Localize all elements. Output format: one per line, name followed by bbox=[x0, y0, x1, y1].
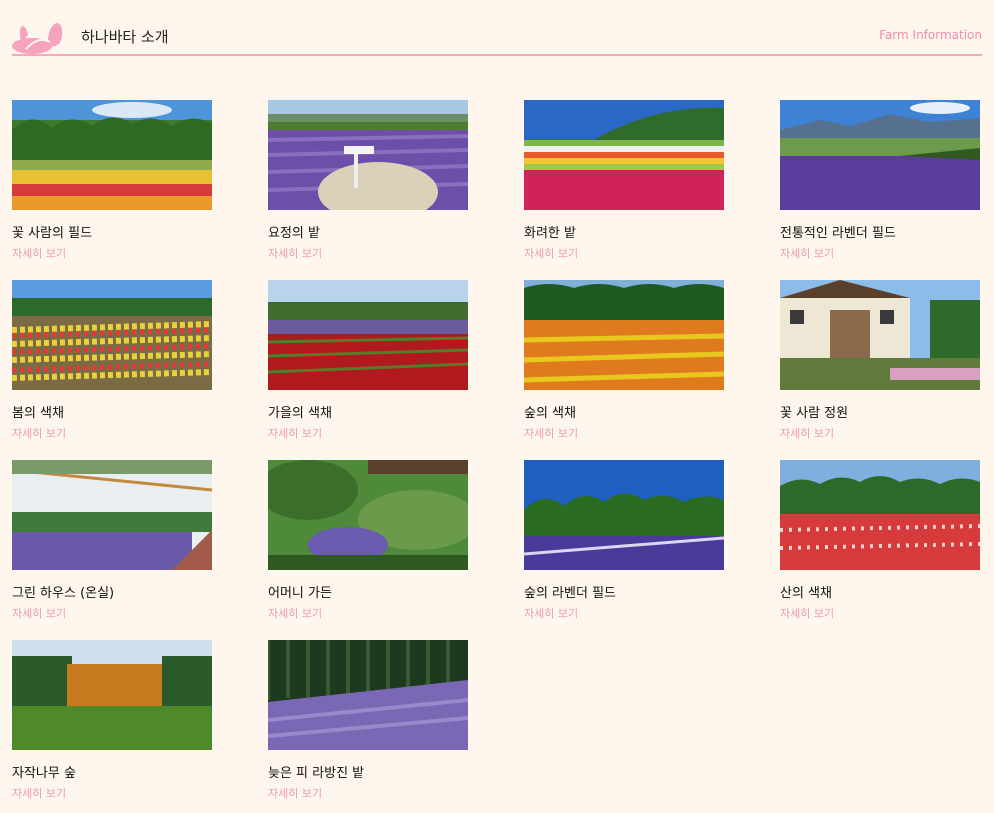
card-image bbox=[524, 460, 724, 570]
card-image bbox=[268, 280, 468, 390]
card-image bbox=[780, 100, 980, 210]
gallery-card: 그린 하우스 (온실) 자세히 보기 bbox=[12, 460, 212, 620]
card-image-link[interactable] bbox=[268, 460, 468, 570]
card-image bbox=[268, 460, 468, 570]
details-link[interactable]: 자세히 보기 bbox=[12, 605, 66, 621]
details-link[interactable]: 자세히 보기 bbox=[524, 425, 578, 441]
card-title: 화려한 밭 bbox=[524, 226, 576, 241]
details-link[interactable]: 자세히 보기 bbox=[268, 245, 322, 261]
card-title: 산의 색채 bbox=[780, 586, 832, 601]
details-link[interactable]: 자세히 보기 bbox=[268, 785, 322, 801]
page-subtitle: Farm Information bbox=[879, 28, 982, 42]
card-title: 그린 하우스 (온실) bbox=[12, 586, 115, 601]
card-image-link[interactable] bbox=[268, 640, 468, 750]
card-image bbox=[12, 460, 212, 570]
gallery-card: 화려한 밭 자세히 보기 bbox=[524, 100, 724, 260]
card-image-link[interactable] bbox=[12, 100, 212, 210]
gallery-card: 숲의 라벤더 필드 자세히 보기 bbox=[524, 460, 724, 620]
details-link[interactable]: 자세히 보기 bbox=[268, 425, 322, 441]
gallery-card: 봄의 색채 자세히 보기 bbox=[12, 280, 212, 440]
card-title: 늦은 피 라방진 밭 bbox=[268, 766, 365, 781]
card-title: 숲의 색채 bbox=[524, 406, 576, 421]
details-link[interactable]: 자세히 보기 bbox=[12, 245, 66, 261]
gallery-card: 숲의 색채 자세히 보기 bbox=[524, 280, 724, 440]
card-title: 어머니 가든 bbox=[268, 586, 332, 601]
details-link[interactable]: 자세히 보기 bbox=[524, 605, 578, 621]
card-image-link[interactable] bbox=[524, 460, 724, 570]
card-image-link[interactable] bbox=[268, 100, 468, 210]
card-title: 꽃 사람 정원 bbox=[780, 406, 849, 421]
card-title: 요정의 밭 bbox=[268, 226, 320, 241]
card-image bbox=[780, 280, 980, 390]
card-title: 꽃 사람의 필드 bbox=[12, 226, 93, 241]
card-image bbox=[268, 640, 468, 750]
gallery-card: 가을의 색채 자세히 보기 bbox=[268, 280, 468, 440]
details-link[interactable]: 자세히 보기 bbox=[780, 245, 834, 261]
card-image-link[interactable] bbox=[12, 640, 212, 750]
card-title: 전통적인 라벤더 필드 bbox=[780, 226, 896, 241]
details-link[interactable]: 자세히 보기 bbox=[780, 425, 834, 441]
card-image-link[interactable] bbox=[12, 280, 212, 390]
gallery-card: 꽃 사람 정원 자세히 보기 bbox=[780, 280, 980, 440]
card-image-link[interactable] bbox=[12, 460, 212, 570]
details-link[interactable]: 자세히 보기 bbox=[268, 605, 322, 621]
details-link[interactable]: 자세히 보기 bbox=[524, 245, 578, 261]
card-image bbox=[268, 100, 468, 210]
card-image bbox=[12, 640, 212, 750]
card-image-link[interactable] bbox=[780, 460, 980, 570]
card-image-link[interactable] bbox=[780, 280, 980, 390]
card-image bbox=[524, 280, 724, 390]
page-header: 하나바타 소개 Farm Information bbox=[12, 14, 982, 56]
details-link[interactable]: 자세히 보기 bbox=[12, 425, 66, 441]
card-image-link[interactable] bbox=[524, 100, 724, 210]
card-title: 봄의 색채 bbox=[12, 406, 64, 421]
gallery-card: 산의 색채 자세히 보기 bbox=[780, 460, 980, 620]
gallery-card: 꽃 사람의 필드 자세히 보기 bbox=[12, 100, 212, 260]
card-image bbox=[524, 100, 724, 210]
gallery-card: 요정의 밭 자세히 보기 bbox=[268, 100, 468, 260]
card-image bbox=[780, 460, 980, 570]
card-title: 가을의 색채 bbox=[268, 406, 332, 421]
card-image bbox=[12, 100, 212, 210]
card-image bbox=[12, 280, 212, 390]
card-title: 숲의 라벤더 필드 bbox=[524, 586, 616, 601]
rabbit-ears-icon bbox=[12, 16, 64, 54]
details-link[interactable]: 자세히 보기 bbox=[12, 785, 66, 801]
gallery-card: 어머니 가든 자세히 보기 bbox=[268, 460, 468, 620]
gallery-card: 늦은 피 라방진 밭 자세히 보기 bbox=[268, 640, 468, 800]
card-image-link[interactable] bbox=[780, 100, 980, 210]
details-link[interactable]: 자세히 보기 bbox=[780, 605, 834, 621]
card-title: 자작나무 숲 bbox=[12, 766, 76, 781]
gallery-card: 자작나무 숲 자세히 보기 bbox=[12, 640, 212, 800]
card-image-link[interactable] bbox=[268, 280, 468, 390]
card-image-link[interactable] bbox=[524, 280, 724, 390]
gallery-card: 전통적인 라벤더 필드 자세히 보기 bbox=[780, 100, 980, 260]
page-title: 하나바타 소개 bbox=[81, 28, 169, 46]
